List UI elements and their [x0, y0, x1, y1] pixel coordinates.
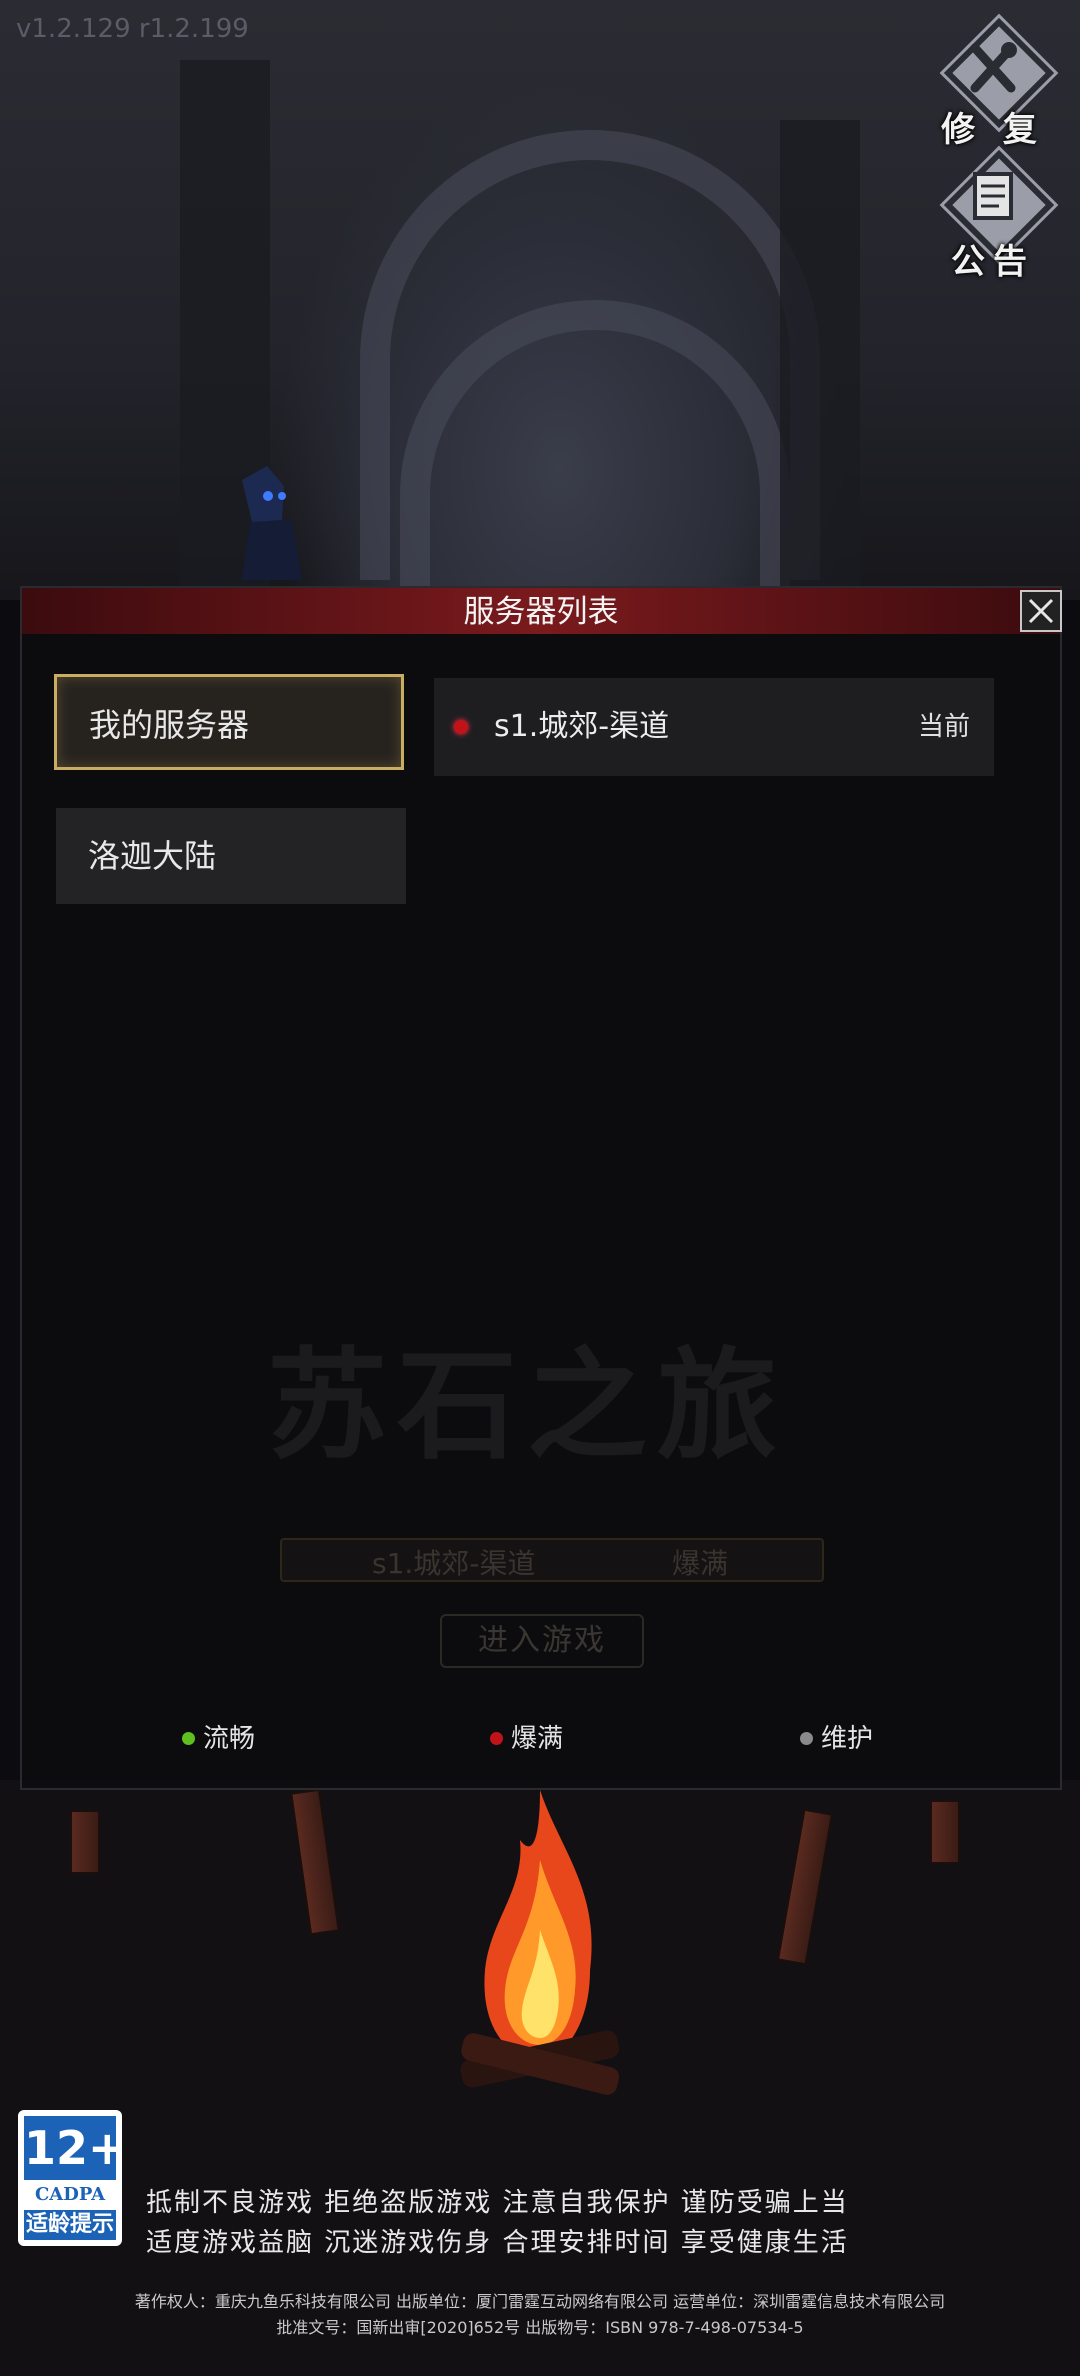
- category-my-servers[interactable]: 我的服务器: [54, 674, 404, 770]
- age-rating-number: 12+: [24, 2116, 127, 2180]
- background-server-name: s1.城郊-渠道: [372, 1547, 536, 1580]
- ghost-knight-figure: [242, 466, 302, 580]
- health-notice-line-1: 抵制不良游戏 拒绝盗版游戏 注意自我保护 谨防受骗上当: [146, 2188, 849, 2218]
- legend-smooth: 流畅: [182, 1718, 255, 1755]
- legend-maintenance: 维护: [800, 1718, 873, 1755]
- background-post: [290, 1788, 340, 1936]
- background-enter-game-button: 进入游戏: [440, 1614, 644, 1668]
- background-server-status: 爆满: [672, 1547, 729, 1580]
- copyright-line-2: 批准文号：国新出审[2020]652号 出版物号：ISBN 978-7-498-…: [276, 2318, 804, 2337]
- health-notice-line-2: 适度游戏益脑 沉迷游戏伤身 合理安排时间 享受健康生活: [146, 2228, 849, 2258]
- notice-board-icon: [973, 172, 1013, 220]
- notice-label: 公告: [951, 242, 1035, 282]
- version-label: v1.2.129 r1.2.199: [16, 14, 249, 44]
- wrench-icon: [970, 42, 1017, 93]
- copyright-line-1: 著作权人：重庆九鱼乐科技有限公司 出版单位：厦门雷霆互动网络有限公司 运营单位：…: [134, 2292, 946, 2311]
- status-dot-gray-icon: [800, 1732, 813, 1745]
- status-dot-green-icon: [182, 1732, 195, 1745]
- legend-full: 爆满: [490, 1718, 563, 1755]
- server-status-dot: [454, 720, 468, 734]
- background-top-scene: [0, 0, 1080, 630]
- background-post: [776, 1808, 834, 1966]
- game-logo-watermark: 苏石之旅: [267, 1337, 787, 1476]
- age-rating-badge[interactable]: 12+ CADPA 适龄提示: [18, 2110, 127, 2246]
- repair-button[interactable]: 修 复: [938, 17, 1055, 150]
- server-list-panel: 服务器列表 苏石之旅 我的服务器 洛迦大陆 s1.城郊-渠道 当前 流畅 爆满 …: [20, 586, 1062, 1790]
- campfire-flame: [460, 1790, 620, 2095]
- server-name: s1.城郊-渠道: [494, 709, 670, 744]
- background-server-selector: s1.城郊-渠道 爆满: [280, 1538, 824, 1582]
- background-post: [70, 1810, 100, 1874]
- status-dot-red-icon: [490, 1732, 503, 1745]
- category-luojia-continent[interactable]: 洛迦大陆: [56, 808, 406, 904]
- age-rating-tip: 适龄提示: [24, 2210, 116, 2240]
- repair-label: 修 复: [941, 110, 1045, 150]
- age-rating-org: CADPA: [34, 2184, 106, 2205]
- background-post: [930, 1800, 960, 1864]
- close-icon: [1028, 598, 1054, 624]
- close-button[interactable]: [1020, 590, 1062, 632]
- notice-button[interactable]: 公告: [938, 149, 1055, 282]
- server-row[interactable]: s1.城郊-渠道 当前: [434, 678, 994, 776]
- panel-title: 服务器列表: [463, 594, 619, 630]
- background-pillar: [780, 120, 860, 600]
- server-current-tag: 当前: [917, 712, 970, 742]
